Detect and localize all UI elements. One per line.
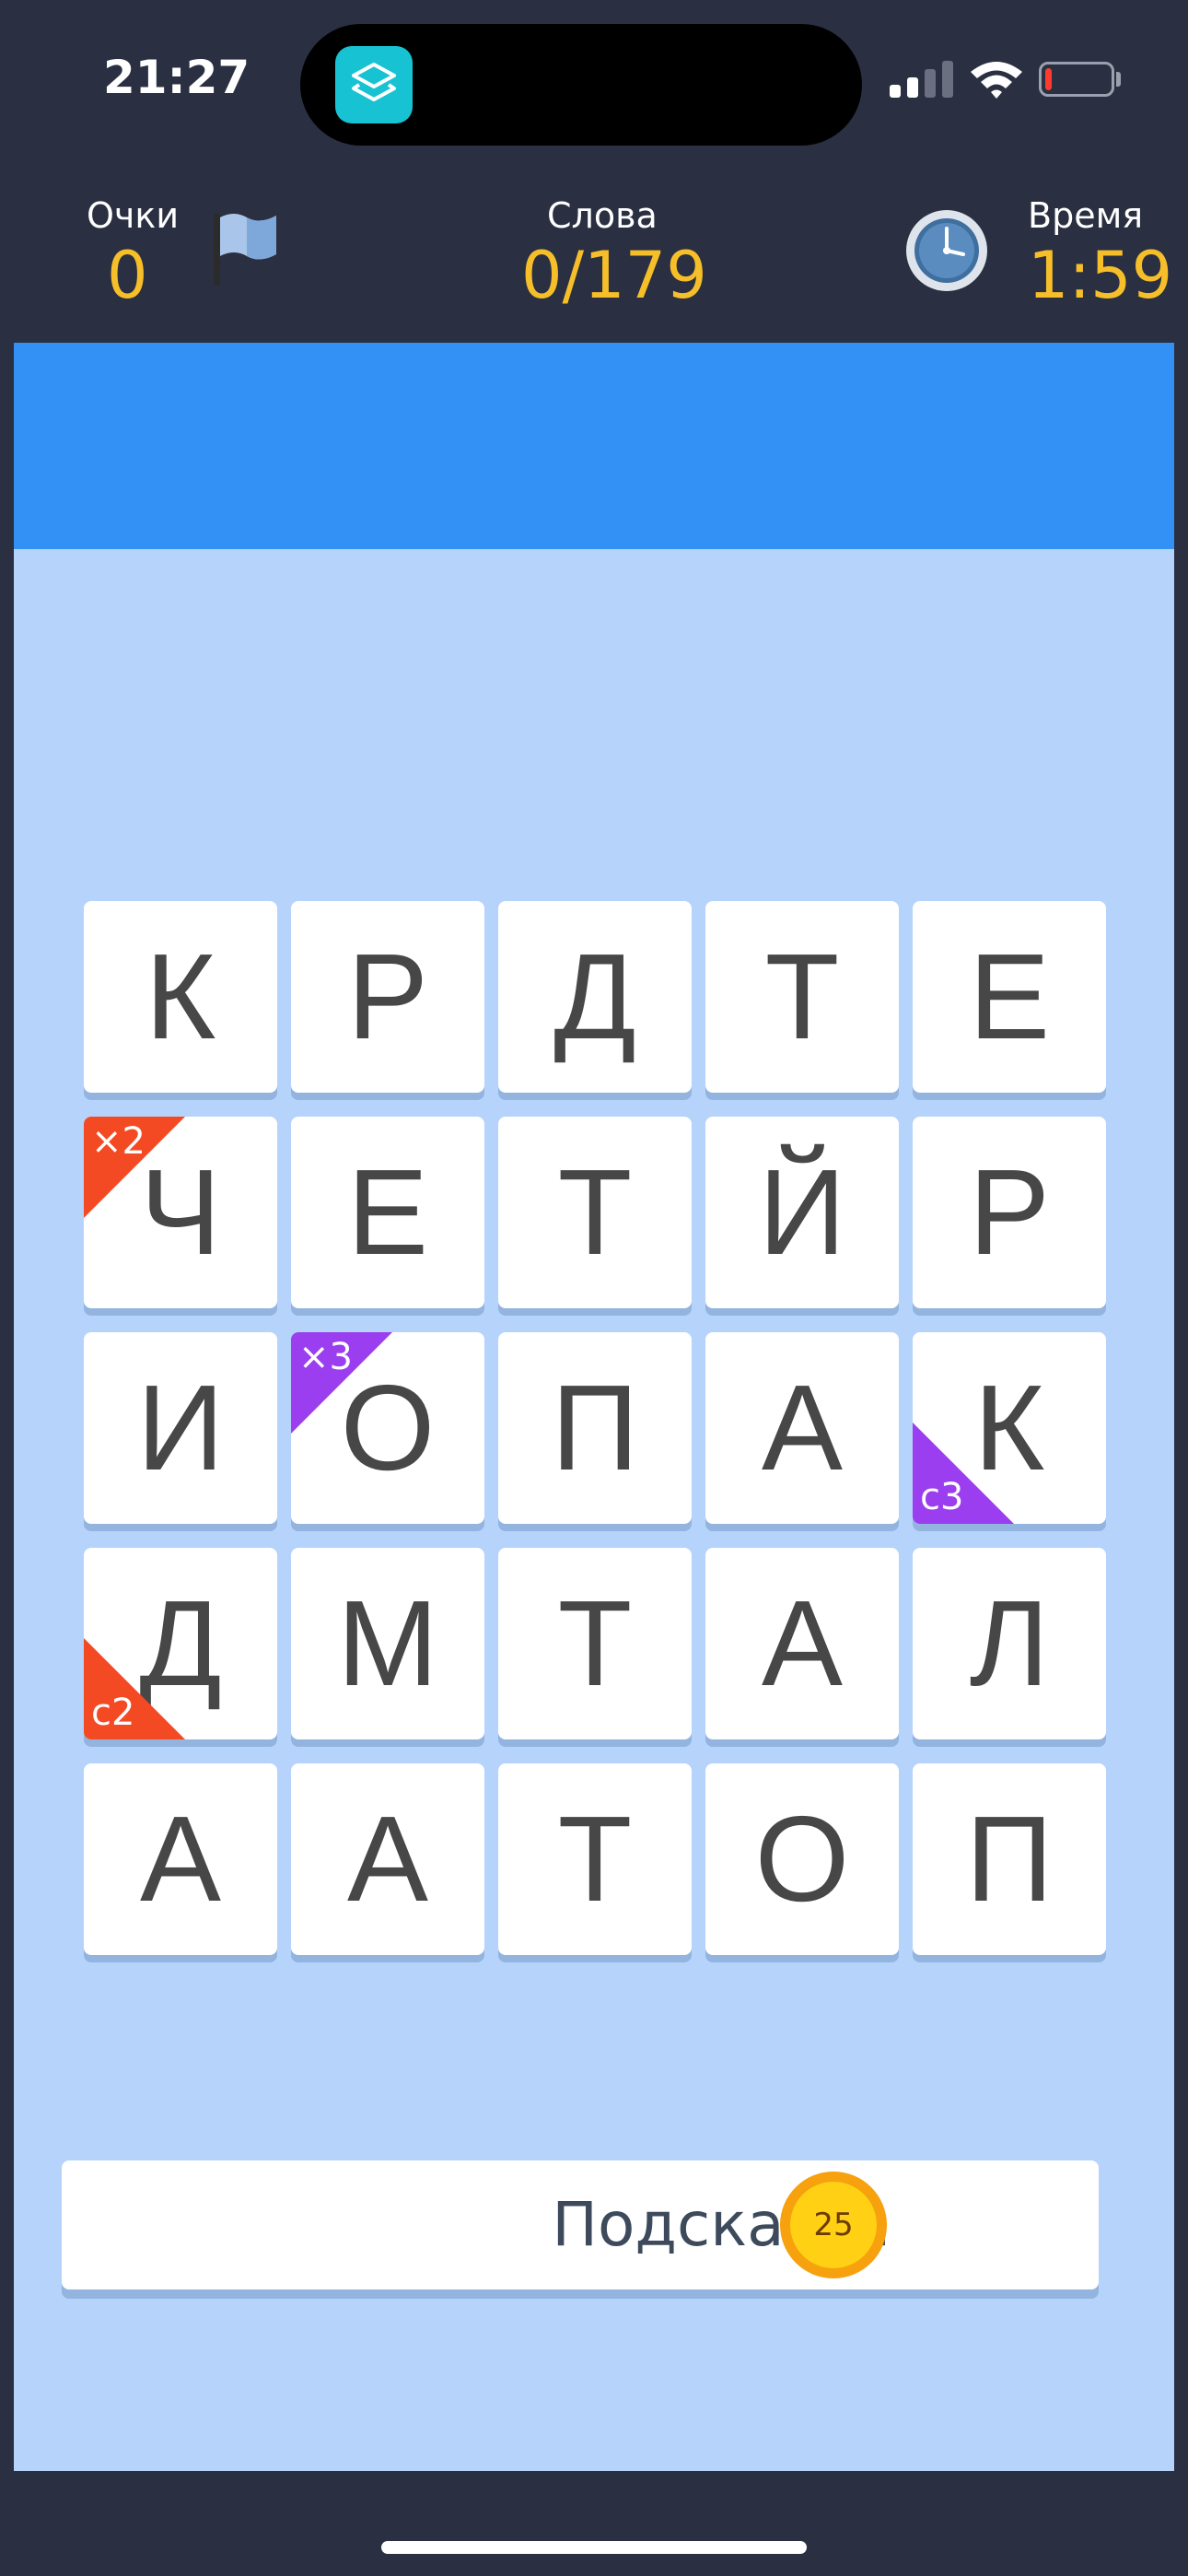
- time-value: 1:59: [1028, 238, 1173, 313]
- coin-icon: 25: [780, 2172, 887, 2278]
- clock-icon[interactable]: [904, 208, 989, 293]
- tile-letter: Т: [764, 929, 840, 1064]
- tile-letter: А: [346, 1791, 429, 1926]
- hint-label: Подсказка: [552, 2189, 891, 2260]
- wifi-icon: [971, 62, 1022, 99]
- words-label: Слова: [547, 195, 658, 236]
- letter-tile[interactable]: Р: [913, 1117, 1106, 1308]
- letter-tile[interactable]: П: [498, 1332, 692, 1524]
- score-label: Очки: [87, 195, 180, 236]
- letter-tile[interactable]: П: [913, 1763, 1106, 1955]
- game-board: К Р Д Т Е Ч ×2 Е Т Й Р И О ×3 П А Кс3 Дс2 М Т А Л А А Т О П: [14, 343, 1174, 2471]
- letter-tile[interactable]: Дс2: [84, 1548, 277, 1739]
- status-time: 21:27: [103, 51, 250, 104]
- bonus-badge-label: ×3: [298, 1336, 353, 1378]
- letter-tile[interactable]: О ×3: [291, 1332, 484, 1524]
- tile-letter: П: [965, 1791, 1054, 1926]
- letter-tile[interactable]: А: [291, 1763, 484, 1955]
- hint-button[interactable]: Подсказка 25: [62, 2160, 1099, 2289]
- battery-icon: [1039, 62, 1114, 97]
- tile-letter: Е: [968, 929, 1051, 1064]
- tile-letter: Т: [557, 1575, 633, 1711]
- home-indicator[interactable]: [381, 2541, 807, 2554]
- letter-tile[interactable]: И: [84, 1332, 277, 1524]
- letter-tile[interactable]: Е: [913, 901, 1106, 1093]
- letter-tile[interactable]: А: [84, 1763, 277, 1955]
- tile-letter: Й: [758, 1144, 846, 1280]
- letter-tile[interactable]: Е: [291, 1117, 484, 1308]
- letter-tile[interactable]: Д: [498, 901, 692, 1093]
- bonus-badge-label: с2: [91, 1692, 135, 1734]
- tile-letter: М: [337, 1575, 438, 1711]
- score-value: 0: [107, 238, 148, 313]
- time-label: Время: [1028, 195, 1144, 236]
- letter-tile[interactable]: О: [705, 1763, 899, 1955]
- bonus-badge-label: с3: [920, 1476, 964, 1518]
- letter-tile[interactable]: Ч ×2: [84, 1117, 277, 1308]
- letter-tile[interactable]: А: [705, 1332, 899, 1524]
- tile-letter: Т: [557, 1144, 633, 1280]
- letter-tile[interactable]: Т: [498, 1117, 692, 1308]
- letter-tile[interactable]: А: [705, 1548, 899, 1739]
- letter-tile[interactable]: Т: [498, 1763, 692, 1955]
- tile-letter: О: [754, 1791, 850, 1926]
- letter-grid: К Р Д Т Е Ч ×2 Е Т Й Р И О ×3 П А Кс3 Дс2 М Т А Л А А Т О П: [14, 343, 1174, 2471]
- tile-letter: Л: [969, 1575, 1050, 1711]
- cellular-signal-icon: [890, 61, 953, 98]
- hint-cost: 25: [790, 2182, 877, 2268]
- tile-letter: П: [551, 1360, 639, 1495]
- battery-level: [1045, 68, 1052, 90]
- bonus-badge-label: ×2: [91, 1120, 146, 1163]
- tile-letter: Р: [346, 929, 429, 1064]
- letter-tile[interactable]: М: [291, 1548, 484, 1739]
- tile-letter: К: [145, 929, 216, 1064]
- letter-tile[interactable]: К: [84, 901, 277, 1093]
- dynamic-island: [300, 24, 862, 146]
- letter-tile[interactable]: Й: [705, 1117, 899, 1308]
- tile-letter: Д: [553, 929, 636, 1064]
- tile-letter: А: [139, 1791, 222, 1926]
- letter-tile[interactable]: Р: [291, 901, 484, 1093]
- tile-letter: Е: [346, 1144, 429, 1280]
- tile-letter: А: [761, 1360, 844, 1495]
- tile-letter: Т: [557, 1791, 633, 1926]
- tile-letter: Р: [968, 1144, 1051, 1280]
- stack-icon[interactable]: [335, 46, 413, 123]
- words-value: 0/179: [521, 238, 707, 313]
- letter-tile[interactable]: Т: [498, 1548, 692, 1739]
- flag-icon[interactable]: [210, 208, 280, 286]
- tile-letter: И: [136, 1360, 225, 1495]
- letter-tile[interactable]: Кс3: [913, 1332, 1106, 1524]
- letter-tile[interactable]: Л: [913, 1548, 1106, 1739]
- tile-letter: А: [761, 1575, 844, 1711]
- battery-cap: [1116, 72, 1121, 87]
- letter-tile[interactable]: Т: [705, 901, 899, 1093]
